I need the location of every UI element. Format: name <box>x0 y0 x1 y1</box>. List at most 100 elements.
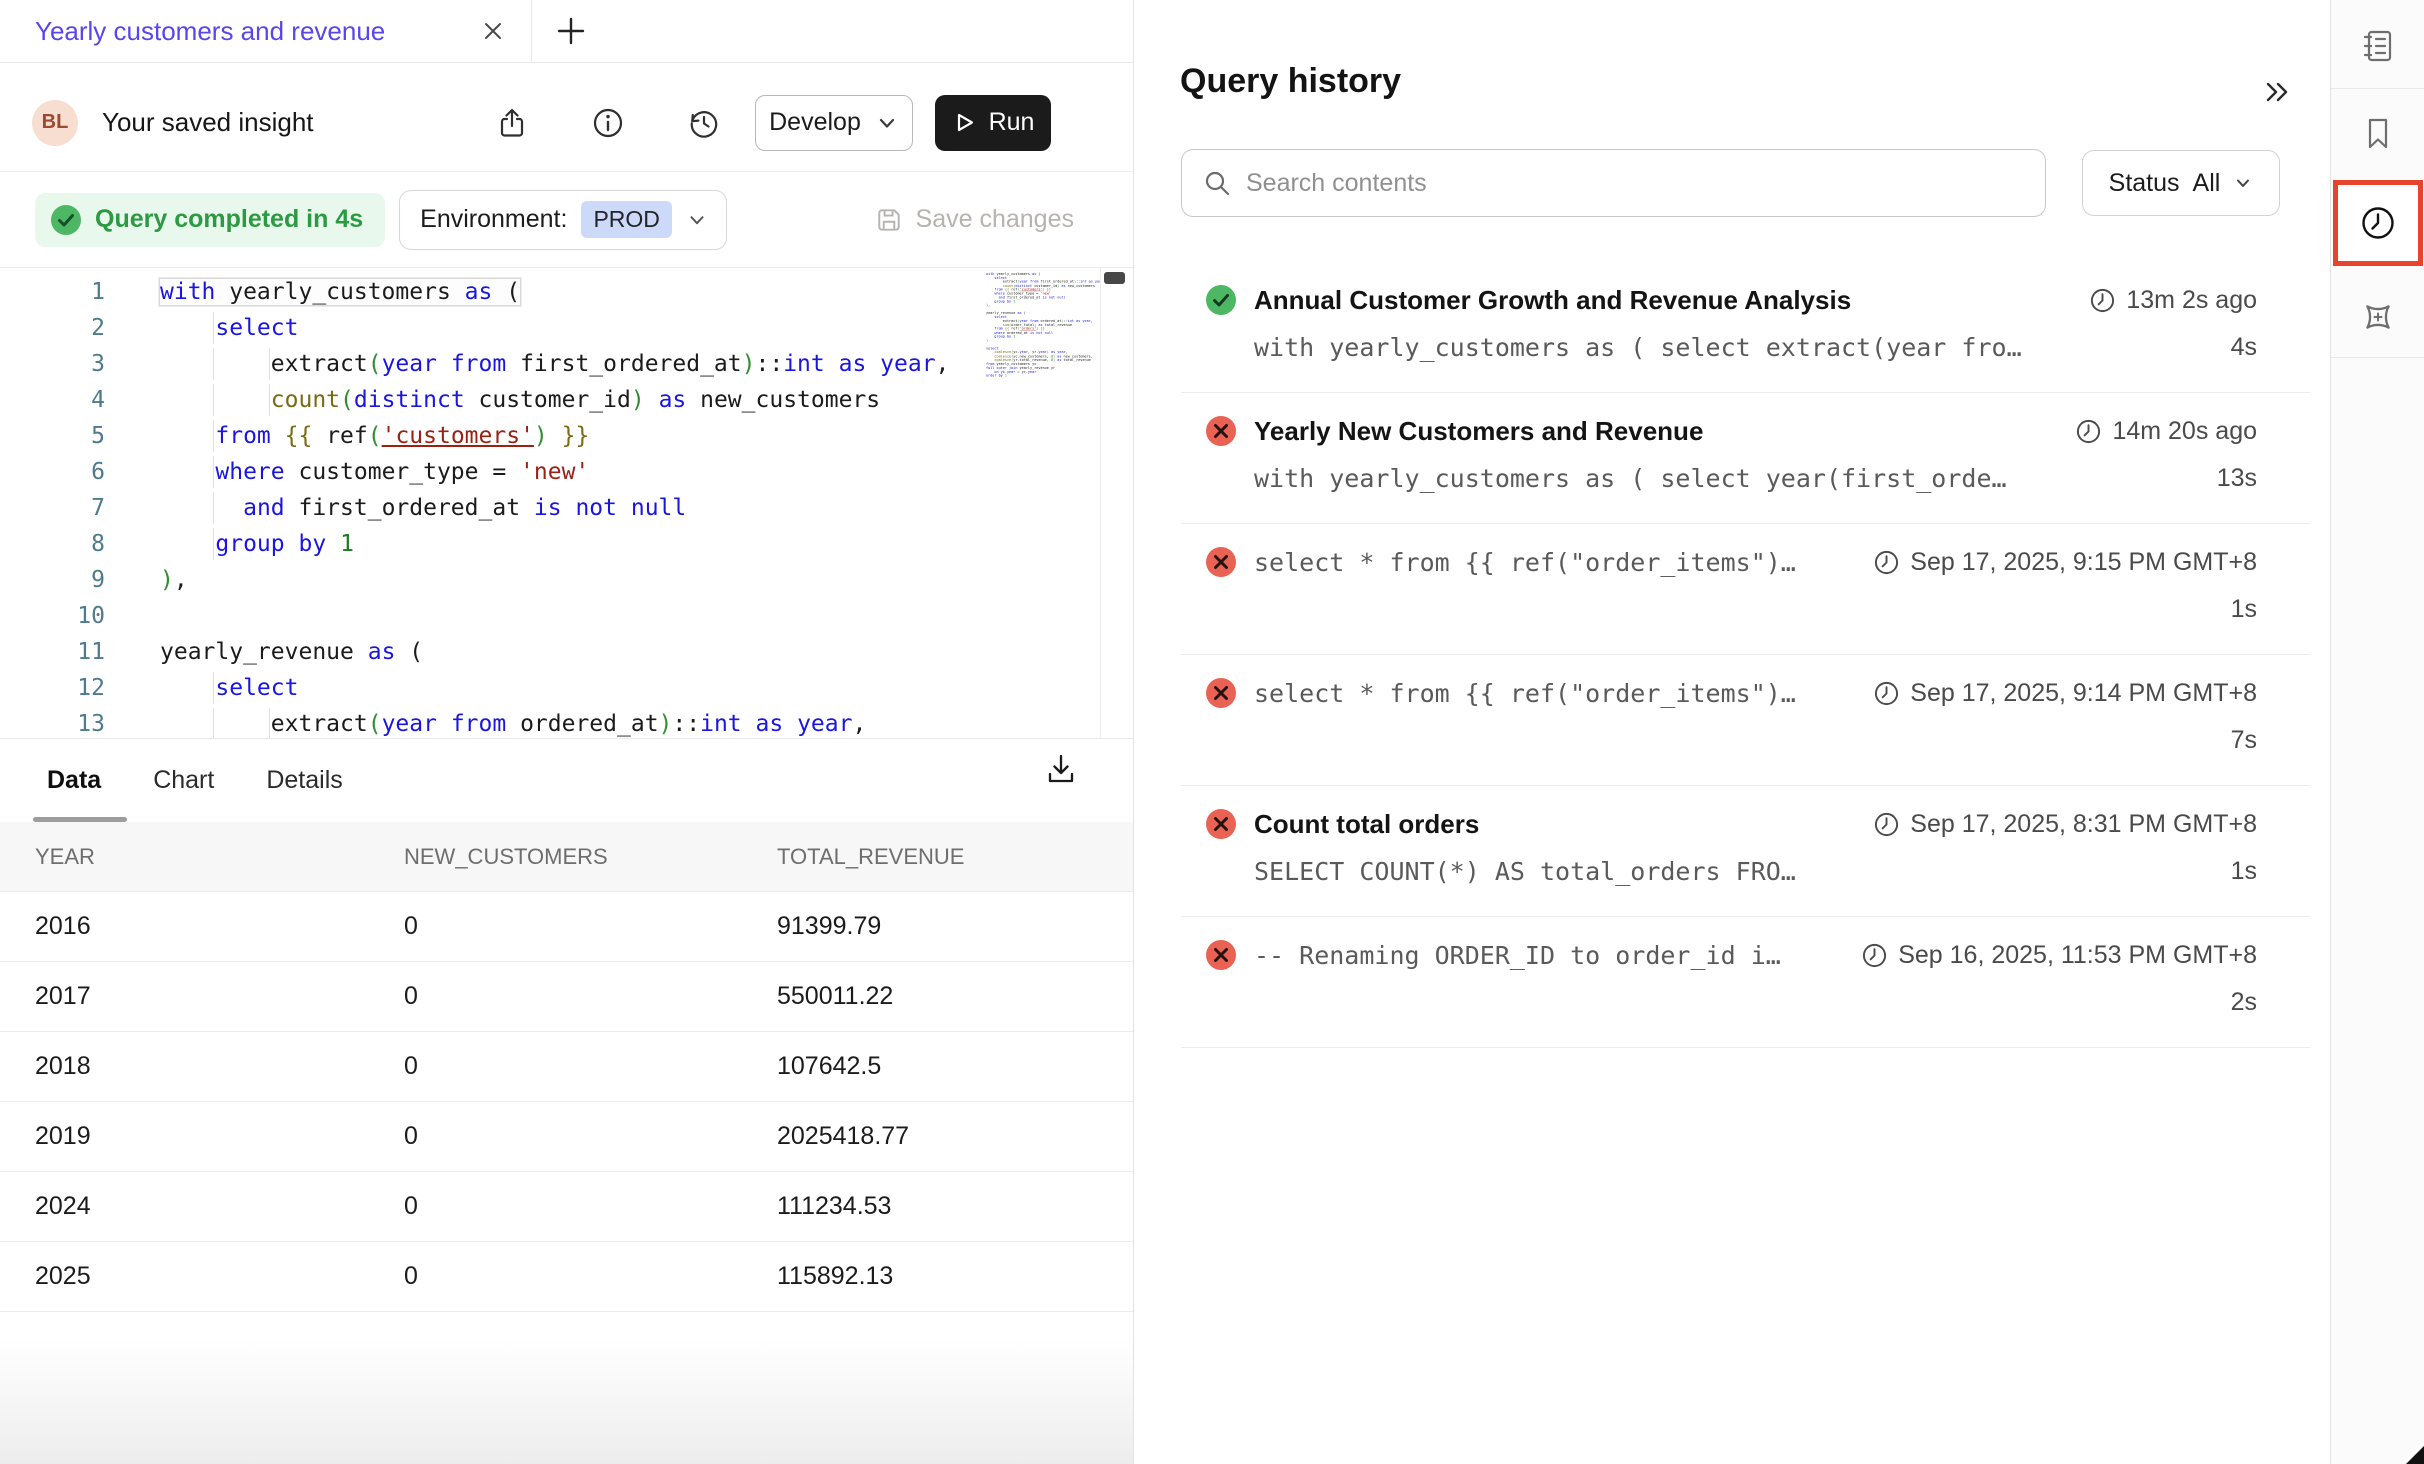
success-check-icon <box>1204 283 1238 317</box>
environment-value-badge: PROD <box>581 201 671 238</box>
table-cell: 0 <box>404 1262 777 1291</box>
results-tab-bar: Data Chart Details <box>0 738 1133 822</box>
run-button[interactable]: Run <box>935 95 1051 151</box>
sidebar-query-history-button-active[interactable] <box>2333 180 2423 266</box>
query-history-item[interactable]: Yearly New Customers and Revenue14m 20s … <box>1181 393 2310 524</box>
history-search-input[interactable] <box>1182 150 2045 216</box>
download-results-button[interactable] <box>1042 750 1080 788</box>
code-line[interactable]: 5 from {{ ref('customers') }} <box>0 418 1100 454</box>
error-x-icon <box>1204 676 1238 710</box>
search-icon <box>1202 168 1232 198</box>
code-line[interactable]: 7 and first_ordered_at is not null <box>0 490 1100 526</box>
history-item-title: Yearly New Customers and Revenue <box>1254 416 2059 447</box>
save-changes-button[interactable]: Save changes <box>868 204 1080 236</box>
tab-close-button[interactable] <box>479 17 507 45</box>
clock-icon <box>2357 202 2399 244</box>
error-x-icon <box>1204 414 1238 448</box>
share-button[interactable] <box>495 106 529 140</box>
history-item-title: Annual Customer Growth and Revenue Analy… <box>1254 285 2073 316</box>
query-history-item[interactable]: -- Renaming ORDER_ID to order_id i…Sep 1… <box>1181 917 2310 1048</box>
results-tab-data[interactable]: Data <box>47 766 101 795</box>
line-number: 11 <box>0 634 105 670</box>
code-text: where customer_type = 'new' <box>105 454 589 490</box>
double-chevron-right-icon <box>2262 76 2294 108</box>
sidebar-divider <box>2331 357 2424 358</box>
editor-minimap[interactable]: with yearly_customers as ( select extrac… <box>986 272 1100 734</box>
line-number: 2 <box>0 310 105 346</box>
line-number: 8 <box>0 526 105 562</box>
table-cell: 115892.13 <box>777 1262 1133 1291</box>
clock-icon <box>1873 549 1900 576</box>
code-text: ), <box>105 562 188 598</box>
save-icon <box>874 205 904 235</box>
table-cell: 2024 <box>35 1192 404 1221</box>
table-row: 2016091399.79 <box>0 892 1133 962</box>
history-item-time: Sep 17, 2025, 9:14 PM GMT+8 <box>1873 679 2257 708</box>
line-number: 7 <box>0 490 105 526</box>
history-item-preview: with yearly_customers as ( select extrac… <box>1254 333 2211 362</box>
query-history-item[interactable]: select * from {{ ref("order_items")…Sep … <box>1181 524 2310 655</box>
insight-toolbar: BL Your saved insight <box>0 62 1133 172</box>
code-line[interactable]: 13 extract(year from ordered_at)::int as… <box>0 706 1100 738</box>
new-tab-button[interactable] <box>554 14 588 48</box>
table-cell: 111234.53 <box>777 1192 1133 1221</box>
query-history-item[interactable]: Annual Customer Growth and Revenue Analy… <box>1181 262 2310 393</box>
version-history-button[interactable] <box>687 106 721 140</box>
clock-icon <box>1861 942 1888 969</box>
bookmark-icon <box>2358 114 2398 154</box>
tab-title: Yearly customers and revenue <box>35 16 479 47</box>
line-number: 4 <box>0 382 105 418</box>
status-filter-value: All <box>2193 169 2221 198</box>
results-tab-chart[interactable]: Chart <box>153 766 214 795</box>
resize-handle[interactable] <box>2406 1446 2424 1464</box>
code-line[interactable]: 6 where customer_type = 'new' <box>0 454 1100 490</box>
code-line[interactable]: 2 select <box>0 310 1100 346</box>
code-line[interactable]: 4 count(distinct customer_id) as new_cus… <box>0 382 1100 418</box>
environment-label: Environment: <box>420 205 567 234</box>
query-status-badge: Query completed in 4s <box>35 193 385 247</box>
code-line[interactable]: 10 <box>0 598 1100 634</box>
line-number: 10 <box>0 598 105 634</box>
editor-scrollbar-track[interactable] <box>1100 268 1129 738</box>
environment-selector[interactable]: Environment: PROD <box>399 190 727 250</box>
column-header: NEW_CUSTOMERS <box>404 844 777 870</box>
tab-yearly-customers-and-revenue[interactable]: Yearly customers and revenue <box>0 0 532 62</box>
develop-dropdown[interactable]: Develop <box>755 95 913 151</box>
query-history-item[interactable]: Count total ordersSep 17, 2025, 8:31 PM … <box>1181 786 2310 917</box>
table-cell: 2016 <box>35 912 404 941</box>
results-tab-details[interactable]: Details <box>266 766 342 795</box>
editor-scrollbar-thumb[interactable] <box>1104 272 1125 284</box>
table-cell: 2018 <box>35 1052 404 1081</box>
history-item-duration: 4s <box>2231 333 2257 362</box>
code-line[interactable]: 8 group by 1 <box>0 526 1100 562</box>
code-text: yearly_revenue as ( <box>105 634 423 670</box>
code-line[interactable]: 12 select <box>0 670 1100 706</box>
table-cell: 0 <box>404 1052 777 1081</box>
code-line[interactable]: 1with yearly_customers as ( <box>0 274 1100 310</box>
sidebar-explore-button[interactable] <box>2331 296 2424 338</box>
column-header: YEAR <box>35 844 404 870</box>
share-icon <box>495 106 529 140</box>
sql-code-editor[interactable]: 1with yearly_customers as (2 select3 ext… <box>0 268 1100 738</box>
collapse-panel-button[interactable] <box>2262 76 2294 108</box>
history-item-time: 13m 2s ago <box>2089 286 2257 315</box>
query-history-item[interactable]: select * from {{ ref("order_items")…Sep … <box>1181 655 2310 786</box>
info-button[interactable] <box>591 106 625 140</box>
error-x-icon <box>1204 938 1238 972</box>
chevron-down-icon <box>875 111 899 135</box>
code-line[interactable]: 9), <box>0 562 1100 598</box>
table-cell: 0 <box>404 912 777 941</box>
code-line[interactable]: 11yearly_revenue as ( <box>0 634 1100 670</box>
line-number: 6 <box>0 454 105 490</box>
table-cell: 0 <box>404 1122 777 1151</box>
history-item-title: select * from {{ ref("order_items")… <box>1254 548 1857 577</box>
code-text: with yearly_customers as ( <box>105 274 520 310</box>
status-filter-dropdown[interactable]: Status All <box>2082 150 2280 216</box>
history-item-preview: with yearly_customers as ( select year(f… <box>1254 464 2197 493</box>
query-history-panel: Query history Status All Annu <box>1134 0 2330 1464</box>
code-line[interactable]: 3 extract(year from first_ordered_at)::i… <box>0 346 1100 382</box>
sidebar-bookmarks-button[interactable] <box>2331 114 2424 154</box>
tab-bar: Yearly customers and revenue <box>0 0 1133 63</box>
sidebar-notebook-button[interactable] <box>2331 26 2424 66</box>
code-text: from {{ ref('customers') }} <box>105 418 589 454</box>
